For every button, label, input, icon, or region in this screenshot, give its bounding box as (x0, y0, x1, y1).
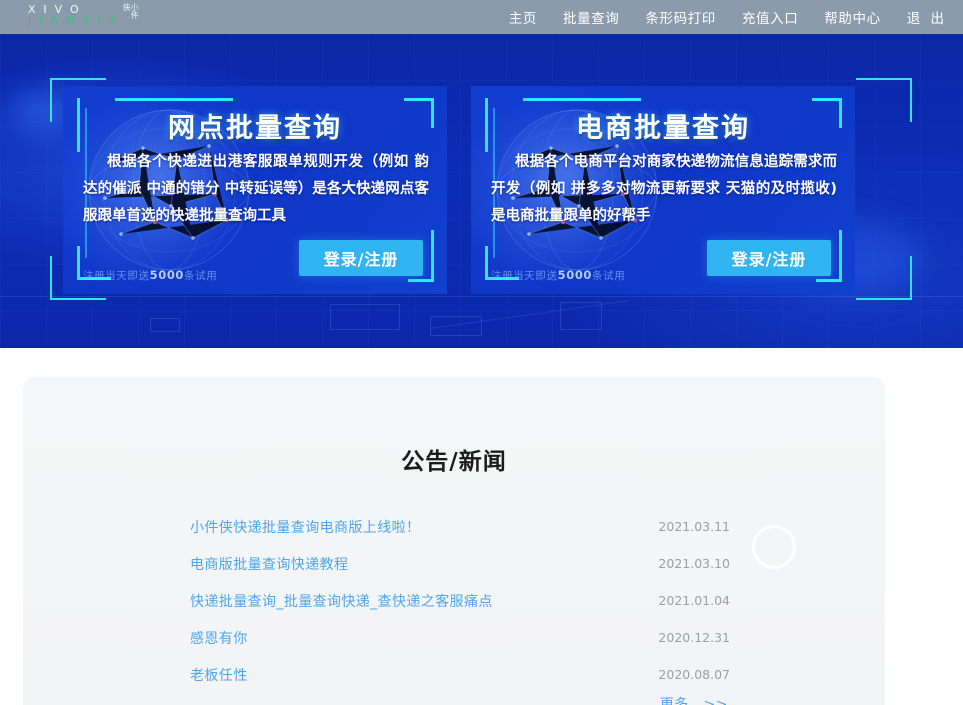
news-item-title[interactable]: 小件侠快递批量查询电商版上线啦！ (190, 517, 420, 537)
login-register-button-ecommerce[interactable]: 登录/注册 (707, 240, 831, 276)
news-item-title[interactable]: 感恩有你 (190, 628, 248, 648)
news-section-title: 公告/新闻 (401, 449, 507, 475)
promo-card-ecommerce-query[interactable]: 电商批量查询 根据各个电商平台对商家快递物流信息追踪需求而开发（例如 拼多多对物… (471, 86, 855, 294)
card-bracket-bottom-right-v (839, 230, 842, 282)
promo-card-title: 网点批量查询 (168, 113, 342, 144)
hero-decor-rect-3 (560, 302, 602, 330)
nav-recharge[interactable]: 充值入口 (742, 7, 798, 27)
news-more-row: 更多...>> (190, 694, 730, 705)
promo-card-branch-query[interactable]: 网点批量查询 根据各个快递进出港客服跟单规则开发（例如 韵达的催派 中通的错分 … (63, 86, 447, 294)
news-list-item[interactable]: 老板任性 2020.08.07 (190, 656, 730, 693)
logo-chinese-name: 小件侠 (122, 3, 140, 19)
promo-card-trial-note: 注册当天即送5000条试用 (491, 268, 625, 283)
promo-card-description: 根据各个电商平台对商家快递物流信息追踪需求而开发（例如 拼多多对物流更新要求 天… (491, 154, 837, 224)
news-item-date: 2020.12.31 (658, 630, 730, 645)
loading-ring-indicator (752, 525, 796, 569)
news-list-item[interactable]: 快递批量查询_批量查询快递_查快递之客服痛点 2021.01.04 (190, 582, 730, 619)
nav-logout[interactable]: 退 出 (907, 7, 947, 27)
nav-help-center[interactable]: 帮助中心 (824, 7, 880, 27)
card-bracket-bottom-right-v (431, 230, 434, 282)
logo-line-2: J I A N X I A (28, 14, 119, 27)
card-bracket-bottom-left-v (77, 246, 80, 280)
news-list-item[interactable]: 感恩有你 2020.12.31 (190, 619, 730, 656)
trial-note-number: 5000 (149, 268, 185, 282)
site-logo[interactable]: X I V O J I A N X I A 小件侠 (28, 3, 140, 26)
promo-cards: 网点批量查询 根据各个快递进出港客服跟单规则开发（例如 韵达的催派 中通的错分 … (63, 86, 901, 294)
news-item-title[interactable]: 电商版批量查询快递教程 (190, 554, 348, 574)
card-bracket-bottom-left-v (485, 246, 488, 280)
card-bracket-top-right-h (404, 98, 434, 101)
news-list-item[interactable]: 电商版批量查询快递教程 2021.03.10 (190, 545, 730, 582)
card-bracket-top-bar (115, 98, 233, 101)
trial-note-suffix: 条试用 (184, 270, 218, 282)
card-bracket-bottom-right-h (408, 279, 434, 282)
logo-wordmark: X I V O J I A N X I A (28, 4, 118, 26)
trial-note-number: 5000 (557, 268, 593, 282)
nav-links: 主页 批量查询 条形码打印 充值入口 帮助中心 退 出 (509, 0, 947, 34)
nav-home[interactable]: 主页 (509, 7, 537, 27)
hero-decor-rect-2 (430, 316, 482, 336)
nav-barcode-print[interactable]: 条形码打印 (645, 7, 716, 27)
news-item-title[interactable]: 老板任性 (190, 665, 248, 685)
news-item-title[interactable]: 快递批量查询_批量查询快递_查快递之客服痛点 (190, 591, 493, 611)
page-root: X I V O J I A N X I A 小件侠 主页 批量查询 条形码打印 … (0, 0, 963, 705)
top-navigation-bar: X I V O J I A N X I A 小件侠 主页 批量查询 条形码打印 … (0, 0, 963, 34)
card-bracket-top-bar (523, 98, 641, 101)
news-item-date: 2021.03.11 (658, 519, 730, 534)
news-list: 小件侠快递批量查询电商版上线啦！ 2021.03.11 电商版批量查询快递教程 … (190, 508, 730, 705)
news-list-item[interactable]: 小件侠快递批量查询电商版上线啦！ 2021.03.11 (190, 508, 730, 545)
hero-decor-rect-4 (150, 318, 180, 332)
promo-card-description: 根据各个快递进出港客服跟单规则开发（例如 韵达的催派 中通的错分 中转延误等）是… (83, 154, 429, 224)
news-item-date: 2020.08.07 (658, 667, 730, 682)
login-register-button-branch[interactable]: 登录/注册 (299, 240, 423, 276)
trial-note-suffix: 条试用 (592, 270, 626, 282)
news-item-date: 2021.01.04 (658, 593, 730, 608)
news-item-date: 2021.03.10 (658, 556, 730, 571)
promo-card-title: 电商批量查询 (576, 113, 750, 144)
hero-decor-rect-1 (330, 304, 400, 330)
nav-batch-query[interactable]: 批量查询 (563, 7, 619, 27)
promo-card-trial-note: 注册当天即送5000条试用 (83, 268, 217, 283)
card-bracket-bottom-right-h (816, 279, 842, 282)
trial-note-prefix: 注册当天即送 (491, 270, 558, 282)
card-bracket-top-right-h (812, 98, 842, 101)
trial-note-prefix: 注册当天即送 (83, 270, 150, 282)
news-more-link[interactable]: 更多...>> (660, 694, 728, 705)
hero-banner: 网点批量查询 根据各个快递进出港客服跟单规则开发（例如 韵达的催派 中通的错分 … (0, 34, 963, 348)
